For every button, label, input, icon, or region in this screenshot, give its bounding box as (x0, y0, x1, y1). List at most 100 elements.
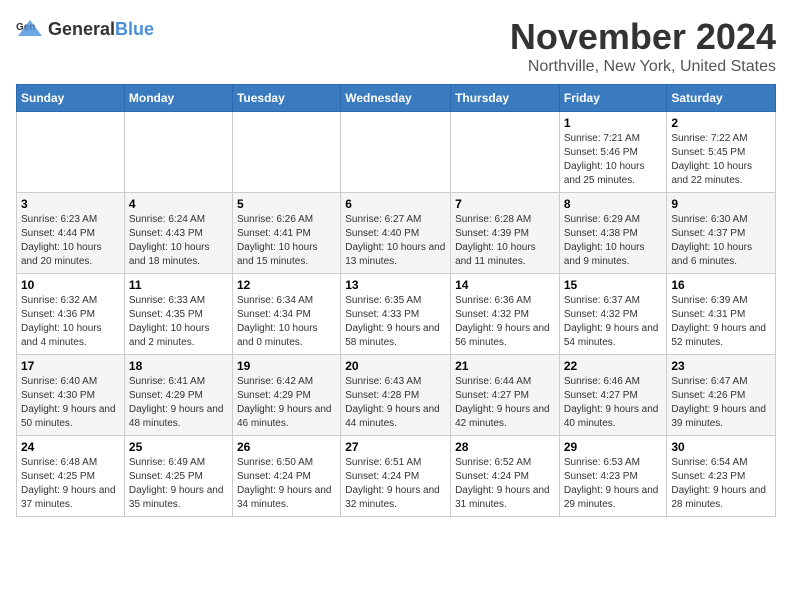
day-number: 29 (564, 440, 663, 454)
day-info: Sunrise: 6:52 AMSunset: 4:24 PMDaylight:… (455, 456, 555, 512)
calendar-cell (17, 112, 125, 193)
day-number: 20 (345, 359, 446, 373)
day-info: Sunrise: 6:48 AMSunset: 4:25 PMDaylight:… (21, 456, 120, 512)
calendar-cell: 28Sunrise: 6:52 AMSunset: 4:24 PMDayligh… (451, 436, 560, 517)
day-info: Sunrise: 6:34 AMSunset: 4:34 PMDaylight:… (237, 294, 336, 350)
calendar-cell (124, 112, 232, 193)
calendar-cell (451, 112, 560, 193)
day-info: Sunrise: 6:29 AMSunset: 4:38 PMDaylight:… (564, 213, 663, 269)
calendar-cell: 18Sunrise: 6:41 AMSunset: 4:29 PMDayligh… (124, 355, 232, 436)
calendar-cell: 12Sunrise: 6:34 AMSunset: 4:34 PMDayligh… (232, 274, 340, 355)
day-number: 15 (564, 278, 663, 292)
calendar-cell: 23 Sunrise: 6:47 AMSunset: 4:26 PMDayligh… (667, 355, 776, 436)
day-info: Sunrise: 6:43 AMSunset: 4:28 PMDaylight:… (345, 375, 446, 431)
calendar-cell: 14Sunrise: 6:36 AMSunset: 4:32 PMDayligh… (451, 274, 560, 355)
calendar-cell: 2 Sunrise: 7:22 AMSunset: 5:45 PMDaylight… (667, 112, 776, 193)
day-number: 19 (237, 359, 336, 373)
day-number: 24 (21, 440, 120, 454)
calendar-cell: 26 Sunrise: 6:50 AMSunset: 4:24 PMDayligh… (232, 436, 340, 517)
day-number: 8 (564, 197, 663, 211)
logo: Gen GeneralBlue (16, 16, 154, 44)
calendar-cell: 5Sunrise: 6:26 AMSunset: 4:41 PMDaylight… (232, 193, 340, 274)
calendar-cell: 15 Sunrise: 6:37 AMSunset: 4:32 PMDayligh… (559, 274, 667, 355)
calendar-cell: 24 Sunrise: 6:48 AMSunset: 4:25 PMDayligh… (17, 436, 125, 517)
calendar-cell: 13Sunrise: 6:35 AMSunset: 4:33 PMDayligh… (341, 274, 451, 355)
calendar-cell: 7 Sunrise: 6:28 AMSunset: 4:39 PMDaylight… (451, 193, 560, 274)
day-number: 25 (129, 440, 228, 454)
logo-general: GeneralBlue (48, 20, 154, 40)
day-number: 27 (345, 440, 446, 454)
day-info: Sunrise: 6:28 AMSunset: 4:39 PMDaylight:… (455, 213, 555, 269)
day-info: Sunrise: 6:39 AMSunset: 4:31 PMDaylight:… (671, 294, 771, 350)
day-info: Sunrise: 6:54 AMSunset: 4:23 PMDaylight:… (671, 456, 771, 512)
day-number: 10 (21, 278, 120, 292)
calendar-cell: 22Sunrise: 6:46 AMSunset: 4:27 PMDayligh… (559, 355, 667, 436)
header-thursday: Thursday (451, 85, 560, 112)
logo-icon: Gen (16, 16, 44, 44)
calendar-title: November 2024 (510, 16, 776, 58)
day-number: 17 (21, 359, 120, 373)
calendar-table: Sunday Monday Tuesday Wednesday Thursday… (16, 84, 776, 517)
day-number: 23 (671, 359, 771, 373)
calendar-cell: 11 Sunrise: 6:33 AMSunset: 4:35 PMDayligh… (124, 274, 232, 355)
calendar-cell: 10Sunrise: 6:32 AMSunset: 4:36 PMDayligh… (17, 274, 125, 355)
week-row: 24 Sunrise: 6:48 AMSunset: 4:25 PMDayligh… (17, 436, 776, 517)
day-number: 22 (564, 359, 663, 373)
header-sunday: Sunday (17, 85, 125, 112)
day-info: Sunrise: 6:26 AMSunset: 4:41 PMDaylight:… (237, 213, 336, 269)
day-info: Sunrise: 6:40 AMSunset: 4:30 PMDaylight:… (21, 375, 120, 431)
day-info: Sunrise: 6:44 AMSunset: 4:27 PMDaylight:… (455, 375, 555, 431)
day-info: Sunrise: 6:42 AMSunset: 4:29 PMDaylight:… (237, 375, 336, 431)
calendar-cell: 20 Sunrise: 6:43 AMSunset: 4:28 PMDayligh… (341, 355, 451, 436)
day-number: 4 (129, 197, 228, 211)
calendar-cell: 17 Sunrise: 6:40 AMSunset: 4:30 PMDayligh… (17, 355, 125, 436)
day-number: 11 (129, 278, 228, 292)
header-row: Sunday Monday Tuesday Wednesday Thursday… (17, 85, 776, 112)
week-row: 3Sunrise: 6:23 AMSunset: 4:44 PMDaylight… (17, 193, 776, 274)
day-info: Sunrise: 6:50 AMSunset: 4:24 PMDaylight:… (237, 456, 336, 512)
day-info: Sunrise: 6:49 AMSunset: 4:25 PMDaylight:… (129, 456, 228, 512)
week-row: 10Sunrise: 6:32 AMSunset: 4:36 PMDayligh… (17, 274, 776, 355)
calendar-body: 1 Sunrise: 7:21 AMSunset: 5:46 PMDaylight… (17, 112, 776, 517)
calendar-cell: 8 Sunrise: 6:29 AMSunset: 4:38 PMDaylight… (559, 193, 667, 274)
day-number: 3 (21, 197, 120, 211)
header: Gen GeneralBlue November 2024 Northville… (16, 16, 776, 76)
day-info: Sunrise: 6:47 AMSunset: 4:26 PMDaylight:… (671, 375, 771, 431)
calendar-subtitle: Northville, New York, United States (510, 58, 776, 76)
day-number: 30 (671, 440, 771, 454)
title-area: November 2024 Northville, New York, Unit… (510, 16, 776, 76)
day-number: 7 (455, 197, 555, 211)
calendar-cell: 6Sunrise: 6:27 AMSunset: 4:40 PMDaylight… (341, 193, 451, 274)
day-number: 13 (345, 278, 446, 292)
day-info: Sunrise: 7:22 AMSunset: 5:45 PMDaylight:… (671, 132, 771, 188)
day-info: Sunrise: 6:36 AMSunset: 4:32 PMDaylight:… (455, 294, 555, 350)
calendar-cell: 29Sunrise: 6:53 AMSunset: 4:23 PMDayligh… (559, 436, 667, 517)
calendar-cell (232, 112, 340, 193)
day-info: Sunrise: 6:51 AMSunset: 4:24 PMDaylight:… (345, 456, 446, 512)
day-info: Sunrise: 7:21 AMSunset: 5:46 PMDaylight:… (564, 132, 663, 188)
calendar-cell: 25 Sunrise: 6:49 AMSunset: 4:25 PMDayligh… (124, 436, 232, 517)
calendar-cell: 1 Sunrise: 7:21 AMSunset: 5:46 PMDaylight… (559, 112, 667, 193)
day-info: Sunrise: 6:27 AMSunset: 4:40 PMDaylight:… (345, 213, 446, 269)
day-number: 1 (564, 116, 663, 130)
day-number: 16 (671, 278, 771, 292)
day-number: 21 (455, 359, 555, 373)
header-friday: Friday (559, 85, 667, 112)
day-number: 2 (671, 116, 771, 130)
calendar-cell (341, 112, 451, 193)
calendar-cell: 3Sunrise: 6:23 AMSunset: 4:44 PMDaylight… (17, 193, 125, 274)
day-number: 26 (237, 440, 336, 454)
week-row: 17 Sunrise: 6:40 AMSunset: 4:30 PMDayligh… (17, 355, 776, 436)
header-saturday: Saturday (667, 85, 776, 112)
calendar-header: Sunday Monday Tuesday Wednesday Thursday… (17, 85, 776, 112)
calendar-cell: 30 Sunrise: 6:54 AMSunset: 4:23 PMDayligh… (667, 436, 776, 517)
day-number: 9 (671, 197, 771, 211)
header-monday: Monday (124, 85, 232, 112)
calendar-cell: 4Sunrise: 6:24 AMSunset: 4:43 PMDaylight… (124, 193, 232, 274)
day-info: Sunrise: 6:33 AMSunset: 4:35 PMDaylight:… (129, 294, 228, 350)
calendar-cell: 16 Sunrise: 6:39 AMSunset: 4:31 PMDayligh… (667, 274, 776, 355)
day-info: Sunrise: 6:41 AMSunset: 4:29 PMDaylight:… (129, 375, 228, 431)
day-info: Sunrise: 6:37 AMSunset: 4:32 PMDaylight:… (564, 294, 663, 350)
calendar-cell: 27 Sunrise: 6:51 AMSunset: 4:24 PMDayligh… (341, 436, 451, 517)
calendar-cell: 9Sunrise: 6:30 AMSunset: 4:37 PMDaylight… (667, 193, 776, 274)
